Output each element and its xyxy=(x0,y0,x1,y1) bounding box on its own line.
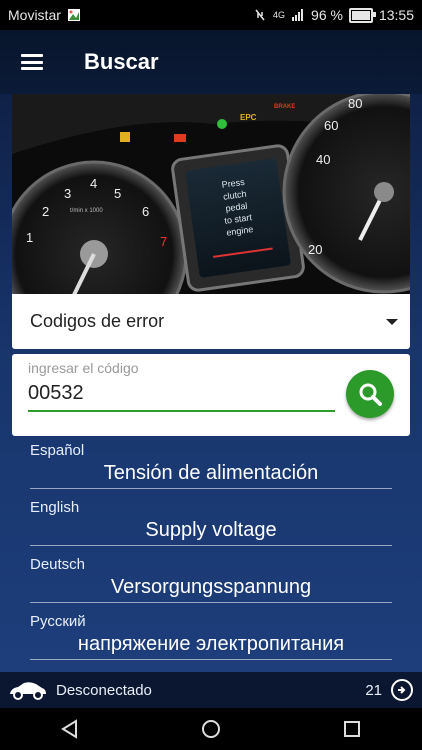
app-bar: Buscar xyxy=(0,30,422,94)
status-count: 21 xyxy=(365,681,382,699)
network-type: 4G xyxy=(273,10,286,20)
translation-item: Español Tensión de alimentación xyxy=(30,436,392,493)
translation-text: Supply voltage xyxy=(145,519,277,541)
dropdown-selected-label: Codigos de error xyxy=(30,311,165,331)
home-button[interactable] xyxy=(200,718,222,740)
main-content: 4 5 6 7 3 2 1 t/min x 1000 EPC BRAKE Pre… xyxy=(0,94,422,672)
gauge-unit-label: t/min x 1000 xyxy=(70,208,103,214)
divider xyxy=(30,602,392,603)
code-input-label: ingresar el código xyxy=(28,360,139,376)
battery-percent: 96 % xyxy=(311,7,343,23)
signal-icon xyxy=(292,9,304,21)
vibrate-mute-icon xyxy=(255,9,265,21)
translation-language: Español xyxy=(30,442,85,459)
translation-item: Deutsch Versorgungsspannung xyxy=(30,550,392,607)
car-icon xyxy=(10,682,46,700)
refresh-icon[interactable] xyxy=(390,678,414,702)
divider xyxy=(30,488,392,489)
lights-indicator-icon xyxy=(217,119,227,129)
photo-notification-icon xyxy=(67,9,80,21)
gauge-tick: 60 xyxy=(324,118,338,133)
carrier-name: Movistar xyxy=(8,7,61,23)
search-icon xyxy=(359,383,382,406)
code-search-card: ingresar el código 00532 xyxy=(12,354,410,436)
hamburger-menu-icon xyxy=(21,54,43,70)
gauge-tick: 2 xyxy=(42,204,49,219)
clock: 13:55 xyxy=(378,7,414,23)
battery-warning-icon xyxy=(174,134,186,142)
translation-text: Tensión de alimentación xyxy=(103,462,319,484)
back-button[interactable] xyxy=(59,718,81,740)
gauge-tick: 4 xyxy=(90,176,97,191)
translation-text: Versorgungsspannung xyxy=(110,576,312,598)
divider xyxy=(30,659,392,660)
gauge-tick: 5 xyxy=(114,186,121,201)
dashboard-image: 4 5 6 7 3 2 1 t/min x 1000 EPC BRAKE Pre… xyxy=(12,94,410,294)
epc-warning-label: EPC xyxy=(240,113,257,122)
translation-item: Русский напряжение электропитания xyxy=(30,607,392,664)
gauge-tick: 6 xyxy=(142,204,149,219)
recent-apps-button[interactable] xyxy=(341,718,363,740)
translation-language: English xyxy=(30,499,80,516)
error-code-type-dropdown[interactable]: Codigos de error xyxy=(12,294,410,349)
dashboard-illustration: 4 5 6 7 3 2 1 t/min x 1000 EPC BRAKE Pre… xyxy=(12,94,410,294)
gauge-tick: 40 xyxy=(316,152,330,167)
translation-language: Deutsch xyxy=(30,556,86,573)
gauge-tick: 7 xyxy=(160,234,167,249)
navigation-bar xyxy=(0,708,422,750)
translation-language: Русский xyxy=(30,613,86,630)
gauge-tick: 1 xyxy=(26,230,33,245)
code-input[interactable]: 00532 xyxy=(28,382,328,405)
search-button[interactable] xyxy=(346,370,394,418)
page-title: Buscar xyxy=(84,49,159,74)
connection-status: Desconectado xyxy=(56,681,152,699)
gauge-tick: 20 xyxy=(308,242,322,257)
battery-icon xyxy=(348,7,376,23)
status-bar: Movistar 4G 96 % 13:55 xyxy=(0,0,422,30)
connection-footer: Desconectado 21 xyxy=(0,672,422,708)
code-input-underline xyxy=(28,410,335,412)
translation-item: English Supply voltage xyxy=(30,493,392,550)
gauge-tick: 3 xyxy=(64,186,71,201)
brake-warning-label: BRAKE xyxy=(274,104,295,110)
menu-button[interactable] xyxy=(0,30,64,94)
engine-warning-icon xyxy=(120,132,130,142)
divider xyxy=(30,545,392,546)
dropdown-arrow-icon xyxy=(386,318,398,325)
gauge-tick: 80 xyxy=(348,96,362,111)
translation-text: напряжение электропитания xyxy=(77,633,345,655)
